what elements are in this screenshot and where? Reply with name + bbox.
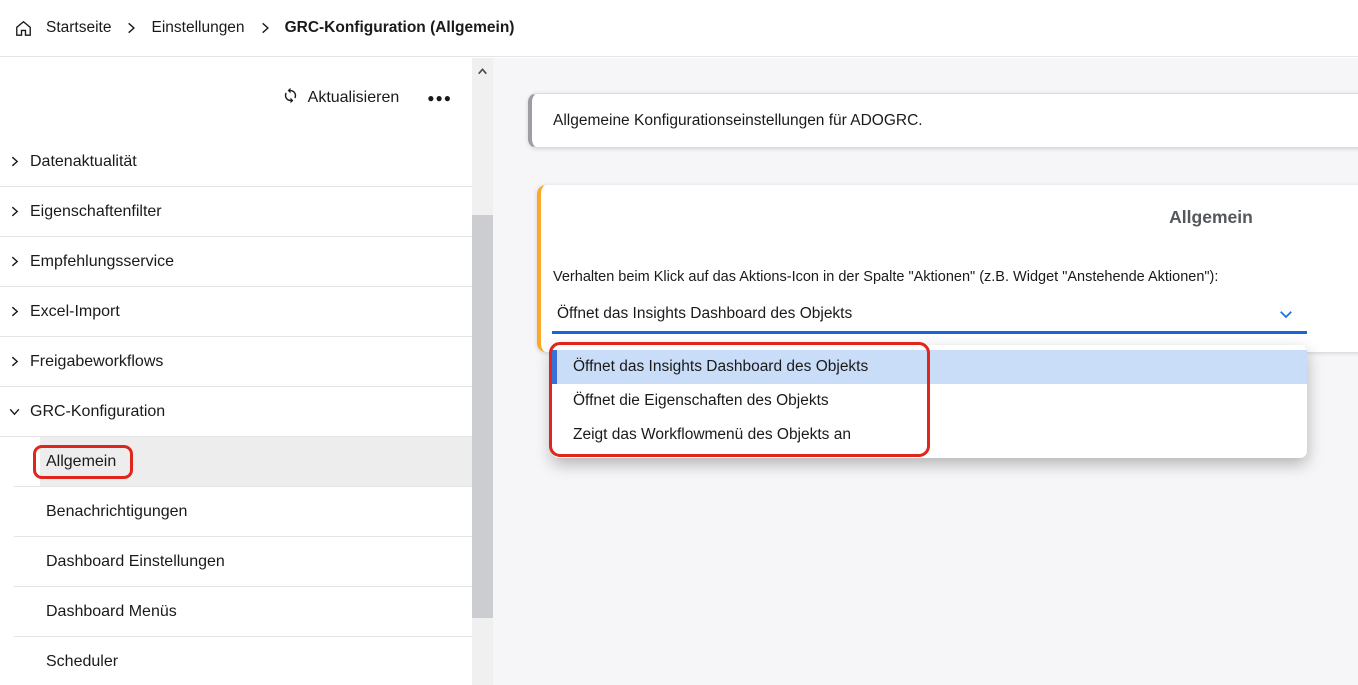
option-label: Öffnet die Eigenschaften des Objekts [573,392,829,410]
info-banner-text: Allgemeine Konfigurationseinstellungen f… [553,112,923,130]
annotation-box-allgemein: Allgemein [33,445,133,479]
sidebar-item-label: Dashboard Menüs [46,603,177,621]
select-value: Öffnet das Insights Dashboard des Objekt… [557,305,852,323]
sidebar-item-label: Dashboard Einstellungen [46,553,225,571]
chevron-right-icon [8,305,30,318]
chevron-right-icon [124,21,138,35]
sidebar-item-scheduler[interactable]: Scheduler [14,637,472,685]
sidebar-item-grc-konfiguration[interactable]: GRC-Konfiguration [0,387,472,437]
scrollbar-thumb[interactable] [472,215,493,618]
chevron-right-icon [8,255,30,268]
sidebar-item-label: Scheduler [46,653,118,671]
breadcrumb-startseite[interactable]: Startseite [46,19,111,37]
home-icon[interactable] [14,19,33,38]
chevron-right-icon [8,155,30,168]
sidebar-item-datenaktualitaet[interactable]: Datenaktualität [0,137,472,187]
sidebar-item-label: Benachrichtigungen [46,503,187,521]
sidebar-item-label: Excel-Import [30,303,120,321]
more-options-icon[interactable]: ●●● [425,91,454,105]
sidebar-item-eigenschaftenfilter[interactable]: Eigenschaftenfilter [0,187,472,237]
info-banner: Allgemeine Konfigurationseinstellungen f… [528,93,1358,148]
dropdown-option-eigenschaften[interactable]: Öffnet die Eigenschaften des Objekts [552,384,1307,418]
sidebar-item-freigabeworkflows[interactable]: Freigabeworkflows [0,337,472,387]
sidebar-item-label: Eigenschaftenfilter [30,203,162,221]
refresh-icon [282,87,299,109]
sidebar-item-label: Empfehlungsservice [30,253,174,271]
action-behavior-select[interactable]: Öffnet das Insights Dashboard des Objekt… [552,297,1307,334]
main-content: Allgemeine Konfigurationseinstellungen f… [493,58,1358,685]
scroll-up-icon[interactable] [472,63,493,79]
settings-sidebar: Aktualisieren ●●● Datenaktualität Eigens… [0,58,472,685]
option-label: Öffnet das Insights Dashboard des Objekt… [573,358,868,376]
sidebar-item-dashboard-einstellungen[interactable]: Dashboard Einstellungen [14,537,472,587]
sidebar-scrollbar[interactable] [472,58,493,685]
dropdown-menu: Öffnet das Insights Dashboard des Objekt… [552,345,1307,458]
app-window: Startseite Einstellungen GRC-Konfigurati… [0,0,1358,685]
action-icon-behavior-label: Verhalten beim Klick auf das Aktions-Ico… [553,269,1218,285]
breadcrumb-einstellungen[interactable]: Einstellungen [151,19,244,37]
breadcrumb-current: GRC-Konfiguration (Allgemein) [285,19,515,37]
refresh-button[interactable]: Aktualisieren [282,87,400,109]
sidebar-item-allgemein[interactable]: Allgemein [14,437,472,487]
dropdown-option-workflowmenue[interactable]: Zeigt das Workflowmenü des Objekts an [552,418,1307,452]
panel-title: Allgemein [1156,207,1266,228]
chevron-right-icon [258,21,272,35]
sidebar-item-benachrichtigungen[interactable]: Benachrichtigungen [14,487,472,537]
chevron-right-icon [8,205,30,218]
sidebar-item-label: Allgemein [46,453,116,470]
sidebar-item-dashboard-menues[interactable]: Dashboard Menüs [14,587,472,637]
chevron-down-icon [1277,305,1295,323]
allgemein-panel: Allgemein Verhalten beim Klick auf das A… [537,185,1358,352]
chevron-down-icon [8,405,30,418]
refresh-button-label: Aktualisieren [308,89,400,107]
sidebar-toolbar: Aktualisieren ●●● [0,58,472,137]
breadcrumb: Startseite Einstellungen GRC-Konfigurati… [0,0,1358,57]
sidebar-item-label: Freigabeworkflows [30,353,163,371]
sidebar-item-label: GRC-Konfiguration [30,403,165,421]
sidebar-item-excel-import[interactable]: Excel-Import [0,287,472,337]
sidebar-item-label: Datenaktualität [30,153,137,171]
chevron-right-icon [8,355,30,368]
sidebar-item-empfehlungsservice[interactable]: Empfehlungsservice [0,237,472,287]
settings-tree: Datenaktualität Eigenschaftenfilter Empf… [0,137,472,685]
dropdown-option-insights-dashboard[interactable]: Öffnet das Insights Dashboard des Objekt… [552,350,1307,384]
option-label: Zeigt das Workflowmenü des Objekts an [573,426,851,444]
